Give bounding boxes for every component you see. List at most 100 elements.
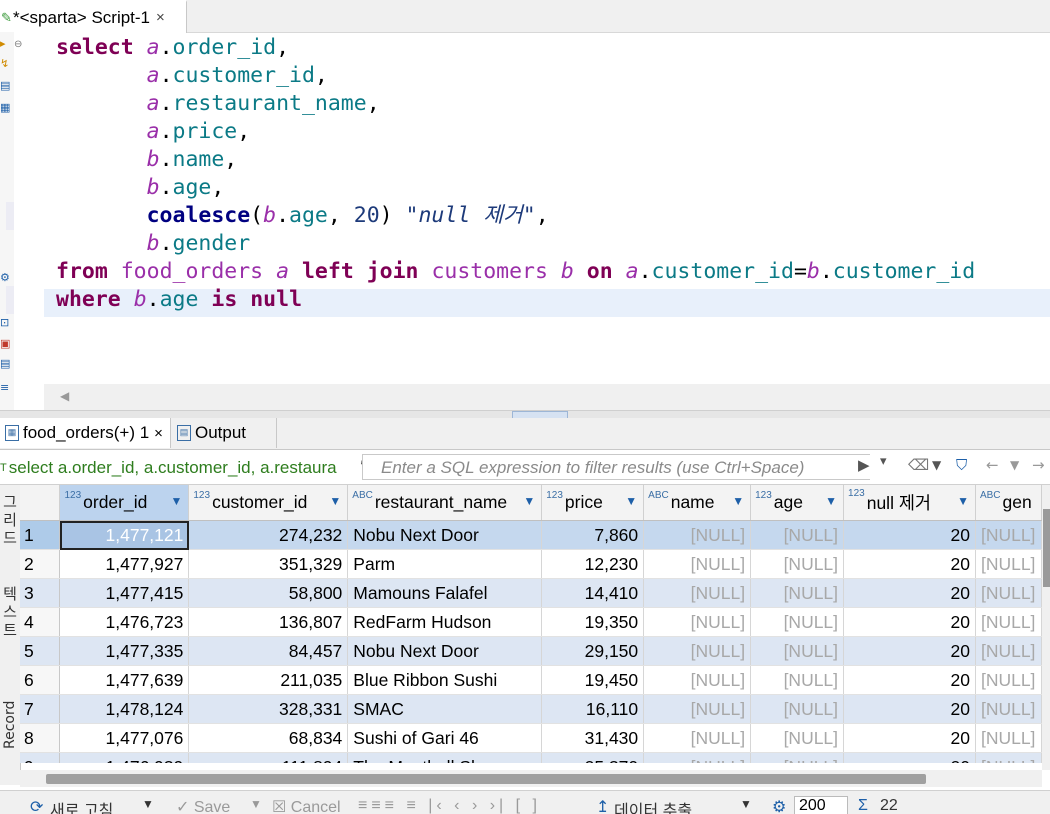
grid-view-label[interactable]: 그리드 <box>0 493 20 547</box>
chevron-down-icon[interactable]: ▼ <box>1010 458 1019 472</box>
table-cell[interactable]: [NULL] <box>643 549 752 579</box>
fetch-size-input[interactable]: 200 <box>794 796 848 814</box>
table-row[interactable]: 6 1,477,639 211,035 Blue Ribbon Sushi 19,450… <box>20 665 1042 695</box>
table-cell[interactable]: 111,894 <box>188 752 349 763</box>
sort-icon[interactable]: ▼ <box>957 494 969 508</box>
table-cell[interactable]: 14,410 <box>541 578 645 608</box>
table-cell[interactable]: 1,476,939 <box>59 752 190 763</box>
table-row[interactable]: 5 1,477,335 84,457 Nobu Next Door 29,150 [NUL… <box>20 636 1042 666</box>
filter-input[interactable]: Enter a SQL expression to filter results… <box>362 454 870 480</box>
table-cell[interactable]: Nobu Next Door <box>347 636 543 666</box>
table-cell[interactable]: 1,477,639 <box>59 665 190 695</box>
table-cell[interactable]: 12,230 <box>541 549 645 579</box>
sort-icon[interactable]: ▼ <box>170 494 182 508</box>
table-cell[interactable]: [NULL] <box>643 694 752 724</box>
table-cell[interactable]: [NULL] <box>643 723 752 753</box>
table-cell[interactable]: [NULL] <box>643 578 752 608</box>
table-cell[interactable]: The Meatball Shop <box>347 752 543 763</box>
chevron-down-icon[interactable]: ▼ <box>250 797 262 811</box>
cancel-button[interactable]: ☒ Cancel <box>272 797 341 814</box>
column-header[interactable]: 123 age ▼ <box>750 485 845 521</box>
table-cell[interactable]: 20 <box>843 723 976 753</box>
table-cell[interactable]: 1,477,335 <box>59 636 190 666</box>
forward-icon[interactable]: → <box>1032 456 1045 474</box>
table-cell[interactable]: 31,430 <box>541 723 645 753</box>
table-cell[interactable]: Sushi of Gari 46 <box>347 723 543 753</box>
table-cell[interactable]: [NULL] <box>975 607 1042 637</box>
close-icon[interactable]: × <box>154 425 163 442</box>
table-cell[interactable]: 1,476,723 <box>59 607 190 637</box>
table-cell[interactable]: 1,477,415 <box>59 578 190 608</box>
sort-icon[interactable]: ▼ <box>523 494 535 508</box>
chevron-down-icon[interactable]: ▼ <box>142 797 154 811</box>
column-header[interactable]: ABC restaurant_name ▼ <box>347 485 543 521</box>
table-cell[interactable]: [NULL] <box>975 636 1042 666</box>
execute-icon[interactable]: ▸ <box>0 38 12 50</box>
table-cell[interactable]: [NULL] <box>975 578 1042 608</box>
gear-icon[interactable]: ⚙ <box>772 797 786 814</box>
table-row[interactable]: 8 1,477,076 68,834 Sushi of Gari 46 31,430 [N… <box>20 723 1042 753</box>
close-icon[interactable]: × <box>156 9 165 26</box>
table-cell[interactable]: 7,860 <box>541 520 645 550</box>
column-header[interactable]: 123 null 제거 ▼ <box>843 485 976 521</box>
explain-icon[interactable]: ▤ <box>0 80 12 92</box>
table-cell[interactable]: SMAC <box>347 694 543 724</box>
table-cell[interactable]: [NULL] <box>750 665 845 695</box>
export-icon[interactable]: ↥ <box>596 797 609 814</box>
table-cell[interactable]: 211,035 <box>188 665 349 695</box>
table-cell[interactable]: Mamouns Falafel <box>347 578 543 608</box>
table-cell[interactable]: [NULL] <box>750 636 845 666</box>
table-cell[interactable]: 20 <box>843 694 976 724</box>
table-cell[interactable]: 1,478,124 <box>59 694 190 724</box>
sql-editor[interactable]: select a.order_id, a.customer_id, a.rest… <box>44 32 1050 384</box>
table-cell[interactable]: 58,800 <box>188 578 349 608</box>
table-cell[interactable]: [NULL] <box>975 520 1042 550</box>
table-cell[interactable]: [NULL] <box>750 549 845 579</box>
table-cell[interactable]: 68,834 <box>188 723 349 753</box>
table-cell[interactable]: 20 <box>843 578 976 608</box>
table-row[interactable]: 1 1,477,121 274,232 Nobu Next Door 7,860 [NUL… <box>20 520 1042 550</box>
table-cell[interactable]: [NULL] <box>975 752 1042 763</box>
grid-vertical-scrollbar[interactable] <box>1042 485 1050 770</box>
table-cell[interactable]: [NULL] <box>643 520 752 550</box>
outline-icon[interactable]: ≡ <box>0 382 12 394</box>
table-cell[interactable]: 20 <box>843 520 976 550</box>
table-cell[interactable]: [NULL] <box>643 665 752 695</box>
lock-icon[interactable]: ▣ <box>0 338 12 350</box>
table-cell[interactable]: Blue Ribbon Sushi <box>347 665 543 695</box>
table-cell[interactable]: 274,232 <box>188 520 349 550</box>
sort-icon[interactable]: ▼ <box>732 494 744 508</box>
table-cell[interactable]: 20 <box>843 752 976 763</box>
execute-script-icon[interactable]: ↯ <box>0 58 12 70</box>
save-button[interactable]: ✓ Save <box>176 797 230 814</box>
table-cell[interactable]: 20 <box>843 636 976 666</box>
table-cell[interactable]: 136,807 <box>188 607 349 637</box>
play-icon[interactable]: ▶ <box>858 456 870 474</box>
table-row[interactable]: 7 1,478,124 328,331 SMAC 16,110 [NULL] [NULL] 2… <box>20 694 1042 724</box>
back-icon[interactable]: ← <box>986 456 999 474</box>
table-cell[interactable]: [NULL] <box>975 549 1042 579</box>
scroll-thumb[interactable] <box>1043 509 1050 587</box>
fold-icon[interactable]: ⊖ <box>14 39 22 50</box>
table-cell[interactable]: 20 <box>843 665 976 695</box>
table-cell[interactable]: 25,370 <box>541 752 645 763</box>
table-cell[interactable]: 84,457 <box>188 636 349 666</box>
table-cell[interactable]: [NULL] <box>750 723 845 753</box>
table-cell[interactable]: [NULL] <box>643 607 752 637</box>
table-cell[interactable]: [NULL] <box>750 694 845 724</box>
table-cell[interactable]: 328,331 <box>188 694 349 724</box>
gear-icon[interactable]: ⚙ <box>0 272 12 284</box>
table-cell[interactable]: 1,477,076 <box>59 723 190 753</box>
export-button[interactable]: 데이터 추출 <box>614 797 692 814</box>
column-header[interactable]: ABC gen <box>975 485 1042 521</box>
table-icon[interactable]: ▦ <box>0 102 12 114</box>
editor-horizontal-scrollbar[interactable]: ◀ <box>44 384 1050 410</box>
table-cell[interactable]: [NULL] <box>750 578 845 608</box>
table-cell[interactable]: Nobu Next Door <box>347 520 543 550</box>
table-cell[interactable]: [NULL] <box>975 723 1042 753</box>
column-header[interactable]: ABC name ▼ <box>643 485 752 521</box>
table-cell[interactable]: 20 <box>843 549 976 579</box>
table-row[interactable]: 4 1,476,723 136,807 RedFarm Hudson 19,350 [NU… <box>20 607 1042 637</box>
table-cell[interactable]: [NULL] <box>975 694 1042 724</box>
table-cell[interactable]: [NULL] <box>643 752 752 763</box>
